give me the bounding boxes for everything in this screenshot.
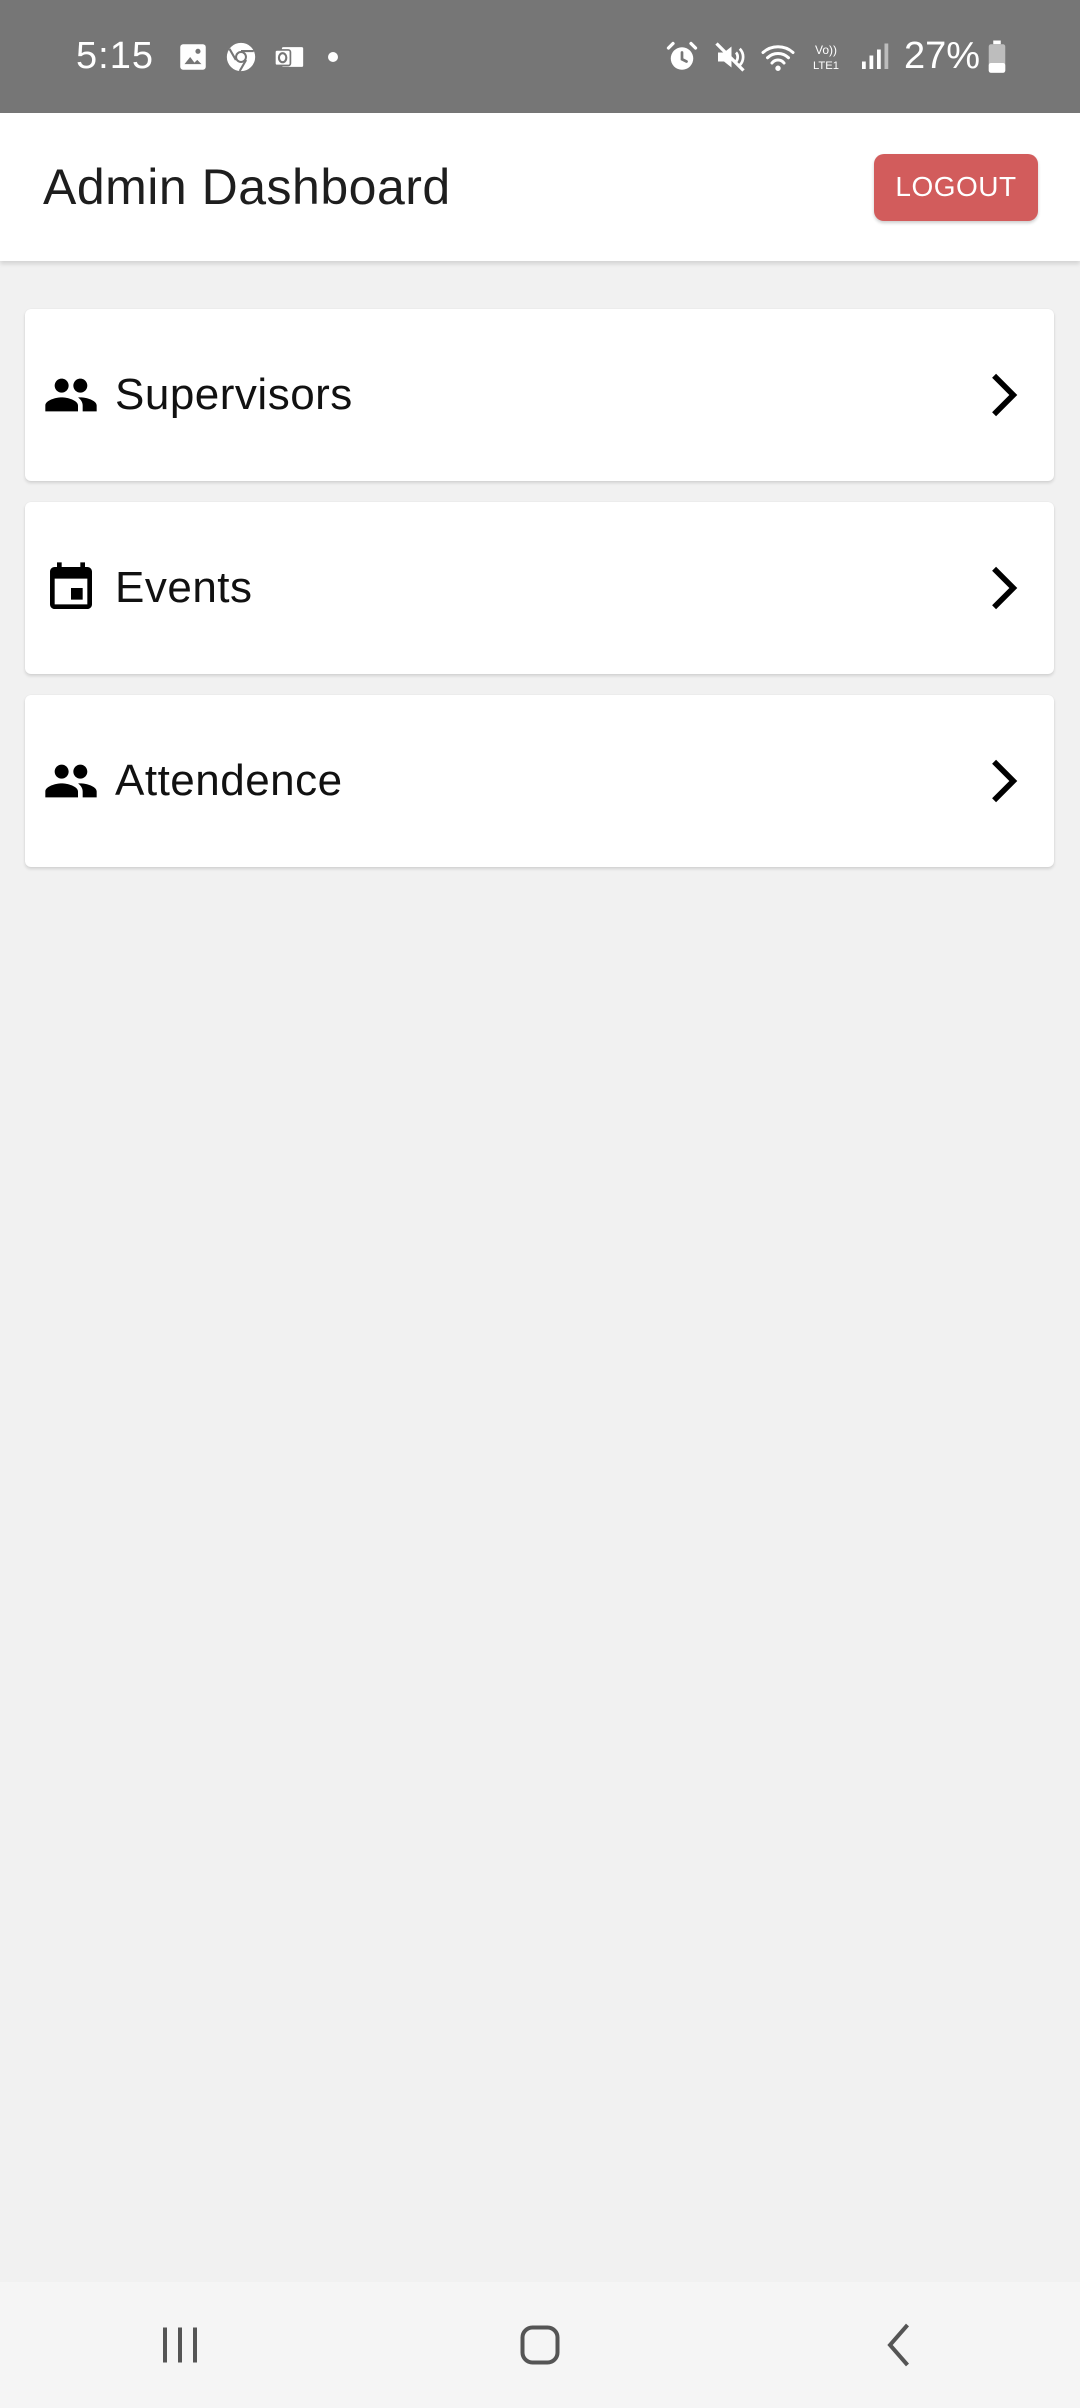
- page-title: Admin Dashboard: [43, 159, 451, 215]
- menu-item-events[interactable]: Events: [25, 502, 1054, 674]
- outlook-icon: [272, 40, 306, 74]
- status-bar: 5:15 Vo)) LTE1 27%: [0, 0, 1080, 113]
- chevron-right-icon: [976, 560, 1032, 616]
- notification-dot: [327, 51, 338, 62]
- chevron-right-icon: [976, 367, 1032, 423]
- app-bar: Admin Dashboard LOGOUT: [0, 113, 1080, 261]
- mute-icon: [712, 39, 748, 75]
- alarm-icon: [664, 39, 700, 75]
- gallery-icon: [176, 40, 210, 74]
- menu-list: Supervisors Events Attendence: [25, 309, 1054, 888]
- home-icon: [520, 2325, 560, 2365]
- battery-percent: 27%: [903, 35, 980, 77]
- recent-apps-button[interactable]: [140, 2305, 220, 2385]
- wifi-icon: [760, 39, 796, 75]
- chevron-right-icon: [976, 753, 1032, 809]
- chrome-icon: [224, 40, 258, 74]
- recent-apps-icon: [163, 2327, 197, 2363]
- system-nav-bar: [0, 2282, 1080, 2408]
- svg-text:LTE1: LTE1: [813, 60, 839, 72]
- menu-item-attendence[interactable]: Attendence: [25, 695, 1054, 867]
- back-button[interactable]: [860, 2305, 940, 2385]
- status-time: 5:15: [76, 35, 154, 77]
- menu-item-label: Supervisors: [115, 370, 353, 419]
- status-bar-right: Vo)) LTE1 27%: [652, 35, 1010, 78]
- people-icon: [43, 367, 99, 423]
- back-icon: [887, 2323, 910, 2367]
- calendar-event-icon: [43, 560, 99, 616]
- menu-item-supervisors[interactable]: Supervisors: [25, 309, 1054, 481]
- status-bar-left: 5:15: [76, 35, 338, 78]
- svg-text:Vo)): Vo)): [815, 43, 837, 57]
- menu-item-label: Events: [115, 563, 253, 612]
- volte-icon: Vo)) LTE1: [808, 39, 844, 75]
- home-button[interactable]: [500, 2305, 580, 2385]
- battery-icon: [984, 39, 1010, 75]
- signal-icon: [856, 39, 892, 75]
- logout-button[interactable]: LOGOUT: [874, 153, 1038, 221]
- menu-item-label: Attendence: [115, 756, 343, 805]
- people-icon: [43, 753, 99, 809]
